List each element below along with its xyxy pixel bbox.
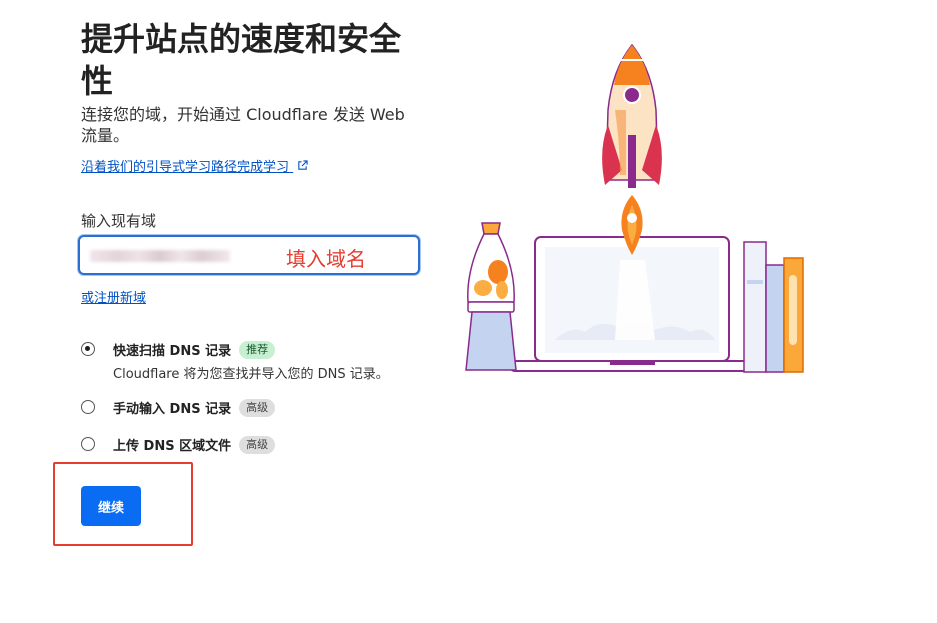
redacted-domain-text [90, 250, 230, 262]
lava-lamp-icon [465, 222, 517, 371]
learning-path-link-label: 沿着我们的引导式学习路径完成学习 [81, 160, 290, 175]
learning-path-link[interactable]: 沿着我们的引导式学习路径完成学习 [81, 156, 308, 175]
recommended-badge: 推荐 [239, 340, 276, 359]
annotation-fill-domain: 填入域名 [286, 247, 366, 271]
continue-button[interactable]: 继续 [81, 486, 141, 526]
radio-quick-scan[interactable] [81, 342, 95, 356]
advanced-badge: 高级 [239, 435, 276, 454]
option-upload-zone-file[interactable]: 上传 DNS 区域文件 高级 [81, 435, 276, 454]
option-manual-entry[interactable]: 手动输入 DNS 记录 高级 [81, 398, 276, 417]
external-link-icon [297, 160, 308, 174]
radio-upload-zone-file[interactable] [81, 437, 95, 451]
rocket-icon [602, 43, 662, 188]
rocket-laptop-illustration [465, 43, 804, 373]
domain-input-wrapper: 填入域名 [78, 235, 420, 275]
books-icon [743, 241, 804, 373]
option-upload-zone-file-title: 上传 DNS 区域文件 [113, 439, 232, 454]
page-title: 提升站点的速度和安全性 [81, 20, 402, 100]
page-subtitle: 连接您的域，开始通过 Cloudflare 发送 Web 流量。 [81, 105, 405, 145]
option-quick-scan-title: 快速扫描 DNS 记录 [113, 344, 232, 359]
laptop-icon [509, 236, 756, 372]
option-manual-entry-title: 手动输入 DNS 记录 [113, 402, 232, 417]
register-new-domain-link[interactable]: 或注册新域 [81, 287, 146, 306]
radio-manual-entry[interactable] [81, 400, 95, 414]
advanced-badge: 高级 [239, 398, 276, 417]
option-quick-scan-description: Cloudflare 将为您查找并导入您的 DNS 记录。 [113, 367, 389, 382]
option-quick-scan[interactable]: 快速扫描 DNS 记录 推荐 Cloudflare 将为您查找并导入您的 DNS… [81, 340, 389, 382]
domain-field-label: 输入现有域 [81, 212, 157, 230]
